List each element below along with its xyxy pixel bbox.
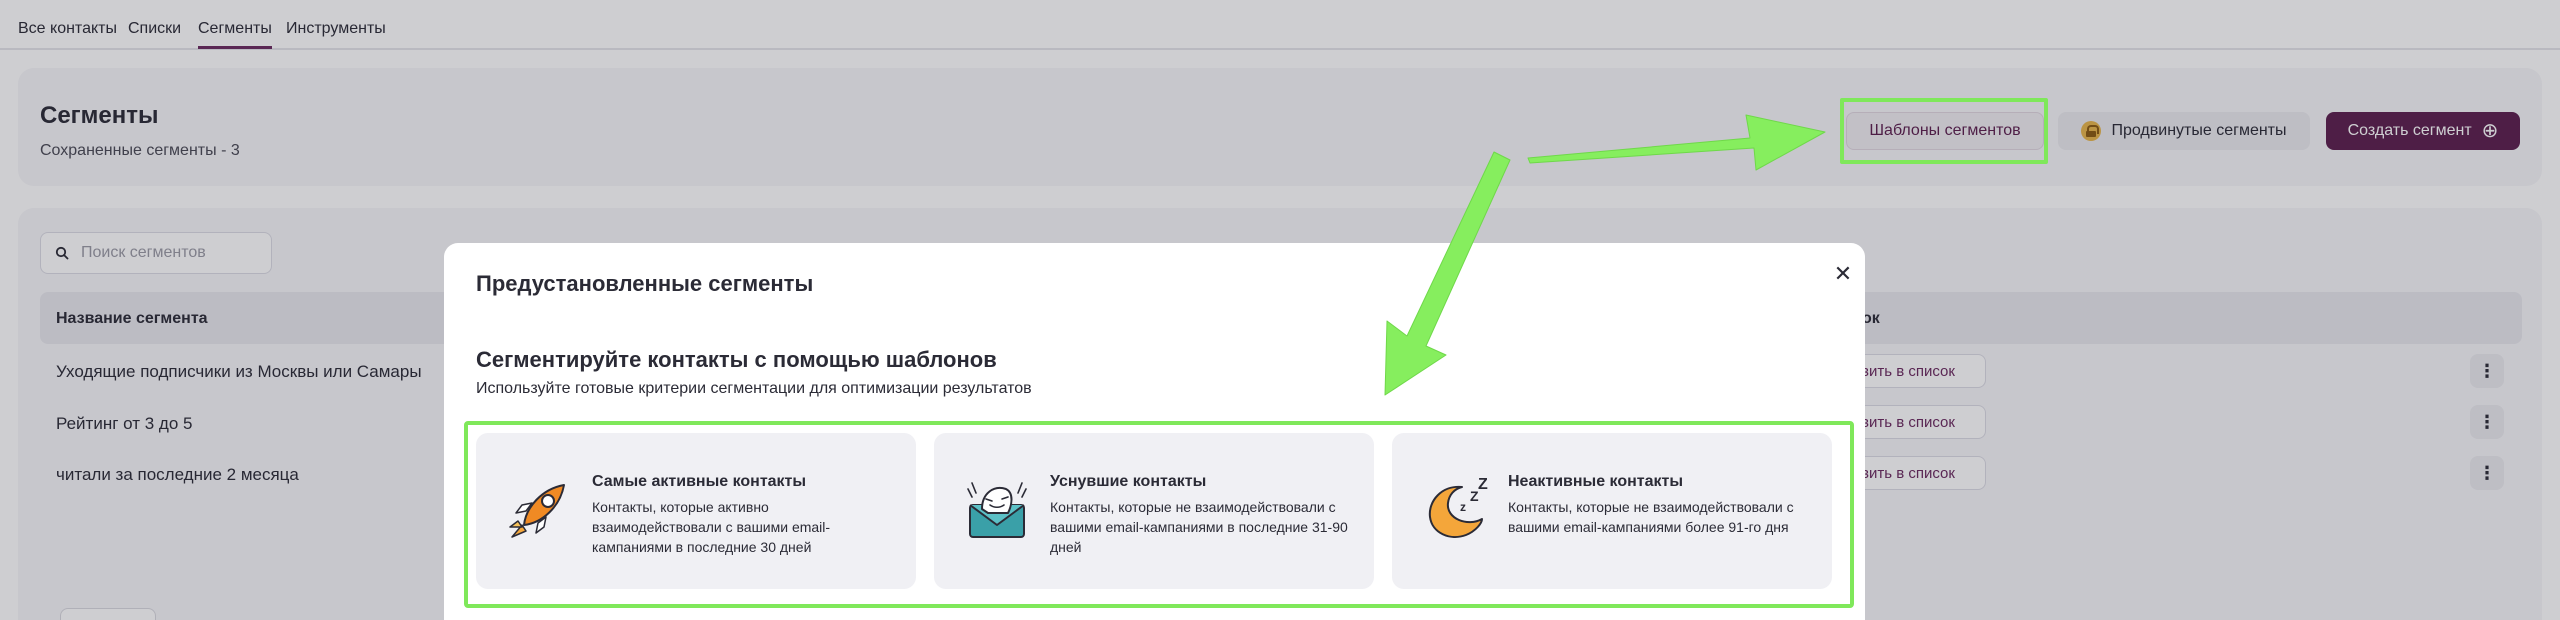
annotation-arrows (1384, 114, 1826, 396)
arrow-to-template-cards (1384, 151, 1511, 396)
arrow-to-templates-button (1527, 114, 1826, 171)
